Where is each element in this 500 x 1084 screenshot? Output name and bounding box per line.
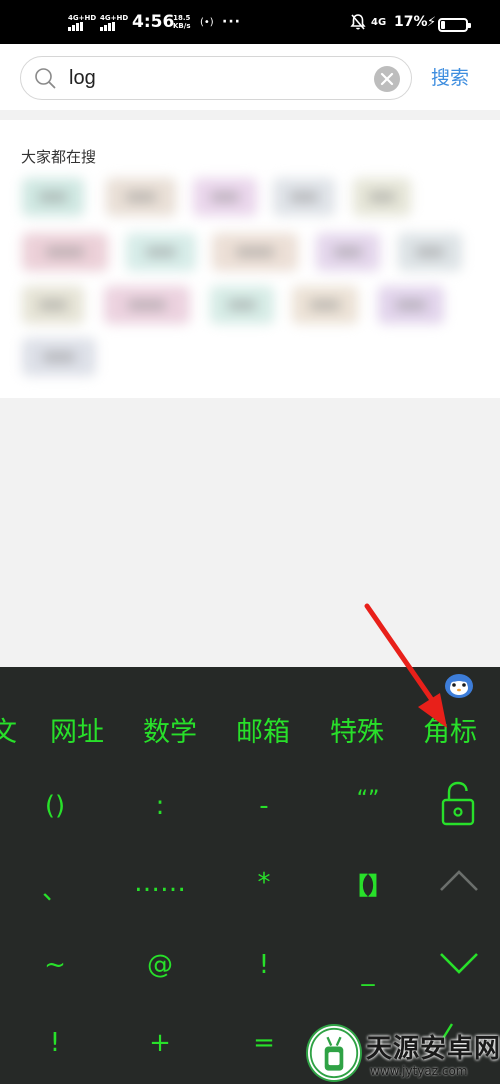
symbol-key[interactable]: ~	[15, 935, 95, 995]
signal-icon	[100, 21, 115, 31]
symbol-key[interactable]: ()	[15, 776, 95, 836]
watermark-title: 天源安卓网	[366, 1034, 500, 1064]
hot-search-chip[interactable]	[193, 178, 257, 216]
hot-search-chip[interactable]	[316, 233, 380, 271]
sim1-label: 4G+HD	[68, 13, 97, 22]
sim2-signal: 4G+HD	[100, 0, 128, 44]
hot-search-chip[interactable]	[353, 178, 411, 216]
hot-search-chip[interactable]	[22, 286, 84, 324]
search-button[interactable]: 搜索	[431, 66, 469, 90]
hot-search-chip[interactable]	[210, 286, 274, 324]
symbol-key[interactable]: 、	[15, 853, 95, 913]
symbol-key[interactable]: @	[120, 935, 200, 995]
hot-search-chip[interactable]	[22, 338, 96, 376]
symbol-category-tab[interactable]: 角标	[423, 713, 477, 753]
battery-icon	[438, 18, 471, 32]
hot-search-title: 大家都在搜	[21, 148, 97, 166]
clear-icon[interactable]	[374, 66, 400, 92]
arrow-up-icon[interactable]	[438, 868, 480, 894]
hot-search-chip[interactable]	[273, 178, 335, 216]
symbol-category-tab[interactable]: 文	[0, 713, 17, 753]
sim1-signal: 4G+HD	[68, 0, 96, 44]
network-type: 4G	[371, 16, 387, 28]
sim2-label: 4G+HD	[100, 13, 129, 22]
symbol-key[interactable]: +	[120, 1013, 200, 1073]
battery-fill	[441, 21, 445, 29]
input-method-logo-icon[interactable]	[444, 671, 474, 699]
symbol-key[interactable]: :	[120, 776, 200, 836]
symbol-key[interactable]: “”	[328, 776, 408, 836]
hot-search-chip[interactable]	[22, 178, 84, 216]
watermark-logo-icon	[306, 1024, 362, 1082]
hot-search-chip[interactable]	[398, 233, 462, 271]
hot-search-chip[interactable]	[104, 286, 190, 324]
hot-search-chip[interactable]	[126, 233, 196, 271]
symbol-key[interactable]: 【】	[328, 853, 408, 913]
symbol-category-tab[interactable]: 邮箱	[236, 713, 290, 753]
hotspot-icon: (•)	[200, 16, 214, 28]
symbol-key[interactable]: -	[224, 776, 304, 836]
arrow-down-icon[interactable]	[438, 950, 480, 976]
symbol-category-tab[interactable]: 数学	[143, 713, 197, 753]
mute-bell-icon	[350, 0, 366, 44]
hot-search-chip[interactable]	[212, 233, 298, 271]
speed-unit: KB/s	[173, 22, 191, 30]
symbol-category-tab[interactable]: 特殊	[330, 713, 384, 753]
search-box[interactable]	[20, 56, 412, 100]
hot-search-chip[interactable]	[292, 286, 358, 324]
clock: 4:56	[132, 12, 175, 32]
network-speed: 18.5 KB/s	[173, 0, 190, 44]
search-icon	[35, 68, 56, 89]
lock-open-icon[interactable]	[438, 780, 478, 828]
battery-percent: 17%	[394, 14, 428, 30]
speed-value: 18.5	[173, 14, 191, 22]
status-bar: 4G+HD 4G+HD 4:56 18.5 KB/s (•) ··· 4G 17…	[0, 0, 500, 44]
search-header: 搜索	[0, 44, 500, 110]
symbol-key[interactable]: !	[224, 935, 304, 995]
signal-icon	[68, 21, 83, 31]
hot-search-chip[interactable]	[22, 233, 108, 271]
hot-search-panel: 大家都在搜	[0, 120, 500, 398]
search-input[interactable]	[69, 63, 369, 93]
watermark: 天源安卓网 www.jytyaz.com	[300, 1022, 500, 1084]
hot-search-chip[interactable]	[378, 286, 444, 324]
symbol-key[interactable]: =	[224, 1013, 304, 1073]
hot-search-chip[interactable]	[106, 178, 176, 216]
symbol-category-tab[interactable]: 网址	[50, 713, 104, 753]
charging-icon: ⚡	[427, 14, 437, 30]
watermark-url: www.jytyaz.com	[370, 1064, 468, 1078]
symbol-key[interactable]: !	[15, 1013, 95, 1073]
symbol-key[interactable]: ……	[120, 853, 200, 913]
symbol-key[interactable]: *	[224, 853, 304, 913]
symbol-key[interactable]: _	[328, 935, 408, 995]
more-notifications-icon: ···	[222, 14, 241, 30]
